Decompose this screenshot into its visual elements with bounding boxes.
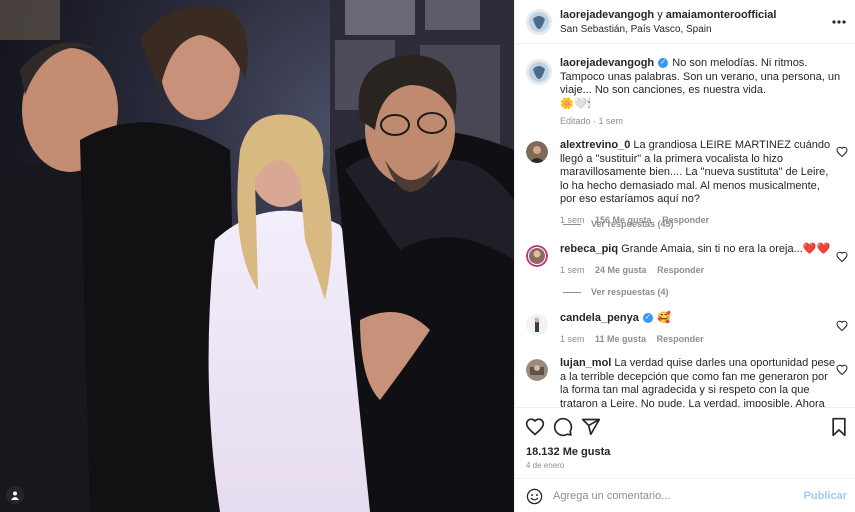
likes-count[interactable]: 18.132 Me gusta — [526, 446, 610, 458]
post-date: 4 de enero — [526, 461, 565, 470]
commenter-avatar[interactable] — [526, 141, 548, 163]
caption-emojis: 🌼🤍🕯 — [560, 97, 591, 110]
replies-divider — [563, 292, 581, 294]
caption-meta: Editado · 1 sem — [560, 116, 624, 126]
comment-likes[interactable]: 11 Me gusta — [595, 334, 646, 344]
view-replies-label[interactable]: Ver respuestas (45) — [591, 219, 674, 229]
comment-like-heart-icon[interactable] — [836, 319, 848, 332]
comment-item: lujan_mol La verdad quise darles una opo… — [515, 357, 855, 407]
commenter-avatar[interactable] — [526, 245, 548, 267]
comment-body: rebeca_piq Grande Amaia, sin ti no era l… — [560, 243, 836, 277]
group-photo-illustration — [0, 0, 514, 512]
bookmark-icon[interactable] — [830, 417, 850, 437]
caption-username[interactable]: laorejadevangogh — [560, 57, 654, 69]
view-replies-label[interactable]: Ver respuestas (4) — [591, 287, 669, 297]
comment-username[interactable]: candela_penya — [560, 312, 639, 324]
caption-edited: Editado — [560, 116, 591, 126]
comments-scroll-area[interactable]: laorejadevangogh ✓ No son melodías. Ni r… — [515, 45, 855, 407]
post-photo[interactable] — [0, 0, 514, 512]
comment-likes[interactable]: 24 Me gusta — [595, 265, 647, 275]
comment-age: 1 sem — [560, 264, 585, 275]
header-connector: y — [654, 9, 666, 21]
comment-text: 🥰 — [657, 312, 671, 324]
comment-body: alextrevino_0 La grandiosa LEIRE MARTINE… — [560, 139, 836, 227]
caption-age: 1 sem — [598, 116, 624, 126]
smile-icon[interactable] — [526, 488, 543, 505]
coauthor-username-link[interactable]: amaiamonteroofficial — [666, 9, 777, 21]
user-tag-icon[interactable] — [6, 486, 24, 504]
comment-item: candela_penya ✓ 🥰 1 sem 11 Me gusta Resp… — [515, 312, 855, 348]
post-details-panel: laorejadevangogh y amaiamonteroofficial … — [514, 0, 855, 512]
commenter-avatar[interactable] — [526, 359, 548, 381]
post-actions-bar: 18.132 Me gusta 4 de enero — [515, 407, 855, 477]
publish-button[interactable]: Publicar — [804, 490, 847, 502]
post-header: laorejadevangogh y amaiamonteroofficial … — [515, 0, 855, 44]
verified-badge-icon: ✓ — [658, 58, 669, 69]
replies-divider — [563, 224, 581, 226]
heart-icon[interactable] — [525, 417, 545, 437]
commenter-avatar[interactable] — [526, 314, 548, 336]
view-replies-button[interactable]: Ver respuestas (4) — [563, 287, 669, 297]
comment-body: lujan_mol La verdad quise darles una opo… — [560, 357, 836, 407]
comment-like-heart-icon[interactable] — [836, 145, 848, 158]
comment-like-heart-icon[interactable] — [836, 363, 848, 376]
comment-item: alextrevino_0 La grandiosa LEIRE MARTINE… — [515, 139, 855, 229]
post-caption: laorejadevangogh ✓ No son melodías. Ni r… — [515, 54, 855, 134]
comment-input[interactable] — [553, 485, 783, 507]
comment-username[interactable]: lujan_mol — [560, 357, 611, 369]
location-link[interactable]: San Sebastián, País Vasco, Spain — [560, 24, 712, 35]
paper-plane-icon[interactable] — [581, 417, 601, 437]
header-usernames: laorejadevangogh y amaiamonteroofficial — [560, 9, 776, 21]
author-avatar[interactable] — [526, 9, 552, 35]
caption-author-avatar[interactable] — [526, 59, 552, 85]
verified-badge-icon: ✓ — [642, 313, 653, 324]
more-options-icon[interactable] — [830, 13, 848, 31]
comment-meta: 1 sem 24 Me gusta Responder — [560, 264, 836, 278]
view-replies-button[interactable]: Ver respuestas (45) — [563, 219, 674, 229]
caption-text-block: laorejadevangogh ✓ No son melodías. Ni r… — [560, 57, 842, 129]
comment-username[interactable]: rebeca_piq — [560, 243, 618, 255]
reply-button[interactable]: Responder — [657, 265, 704, 275]
comment-body: candela_penya ✓ 🥰 1 sem 11 Me gusta Resp… — [560, 312, 836, 346]
comment-like-heart-icon[interactable] — [836, 250, 848, 263]
comment-bubble-icon[interactable] — [553, 417, 573, 437]
comment-username[interactable]: alextrevino_0 — [560, 139, 630, 151]
comment-age: 1 sem — [560, 333, 585, 344]
comment-item: rebeca_piq Grande Amaia, sin ti no era l… — [515, 243, 855, 283]
author-username-link[interactable]: laorejadevangogh — [560, 9, 654, 21]
reply-button[interactable]: Responder — [657, 334, 704, 344]
add-comment-bar: Publicar — [515, 478, 855, 512]
comment-meta: 1 sem 11 Me gusta Responder — [560, 333, 836, 347]
comment-text: Grande Amaia, sin ti no era la oreja...❤… — [621, 243, 831, 255]
